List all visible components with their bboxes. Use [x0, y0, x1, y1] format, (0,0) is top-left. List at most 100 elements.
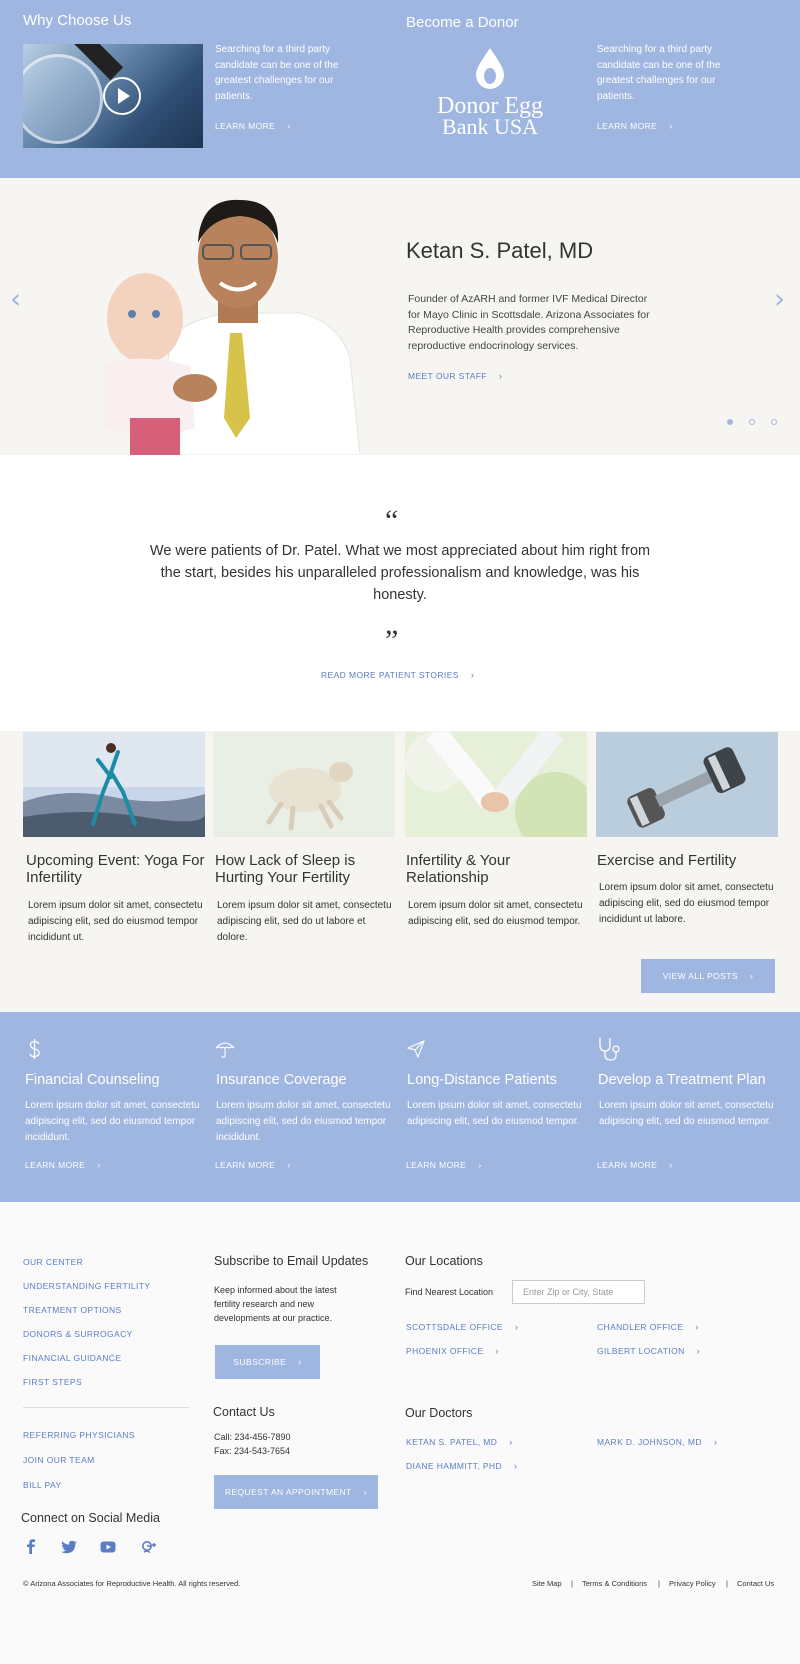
slider-dot-2[interactable]: [749, 419, 755, 425]
top-band: Why Choose Us Searching for a third part…: [0, 0, 800, 178]
post-image-yoga[interactable]: [23, 732, 205, 837]
twitter-icon[interactable]: [61, 1539, 77, 1555]
post-excerpt: Lorem ipsum dolor sit amet, consectetu a…: [28, 900, 203, 943]
meet-our-staff-link[interactable]: MEET OUR STAFF ›: [408, 371, 502, 381]
footer-nav-item[interactable]: DONORS & SURROGACY: [23, 1329, 133, 1339]
chevron-right-icon: ›: [513, 1461, 518, 1471]
chevron-right-icon: ›: [696, 1346, 701, 1356]
chevron-right-icon: ›: [97, 1160, 101, 1170]
post-image-sheep[interactable]: [213, 732, 395, 837]
legal-separator: |: [658, 1579, 660, 1588]
chevron-right-icon: ›: [287, 1160, 291, 1170]
view-all-posts-button[interactable]: VIEW ALL POSTS ›: [641, 959, 775, 993]
doctor-with-baby-photo: [105, 199, 360, 455]
copyright-text: © Arizona Associates for Reproductive He…: [23, 1579, 241, 1588]
office-link[interactable]: SCOTTSDALE OFFICE ›: [406, 1322, 518, 1332]
facebook-icon[interactable]: [23, 1538, 39, 1554]
contact-heading: Contact Us: [213, 1405, 275, 1419]
doctor-name: Ketan S. Patel, MD: [406, 238, 594, 263]
chevron-right-icon: ›: [495, 1346, 499, 1356]
contact-fax: Fax: 234-543-7654: [214, 1446, 291, 1456]
why-choose-us-video[interactable]: [23, 44, 203, 148]
become-donor-learn-more[interactable]: LEARN MORE ›: [597, 121, 673, 131]
service-learn-more[interactable]: LEARN MORE ›: [406, 1160, 482, 1170]
service-text: Lorem ipsum dolor sit amet, consectetu a…: [216, 1100, 391, 1143]
legal-separator: |: [571, 1579, 573, 1588]
chevron-right-icon: ›: [749, 971, 754, 981]
become-donor-heading: Become a Donor: [406, 14, 519, 31]
footer-nav-item[interactable]: BILL PAY: [23, 1480, 61, 1490]
request-appointment-button[interactable]: REQUEST AN APPOINTMENT ›: [214, 1475, 378, 1509]
footer-nav-item[interactable]: JOIN OUR TEAM: [23, 1455, 95, 1465]
post-excerpt: Lorem ipsum dolor sit amet, consectetu a…: [217, 900, 392, 943]
service-title[interactable]: Develop a Treatment Plan: [598, 1072, 766, 1088]
locations-heading: Our Locations: [405, 1254, 483, 1268]
dollar-icon: [29, 1039, 40, 1059]
why-choose-us-text: Searching for a third party candidate ca…: [215, 44, 339, 102]
post-title[interactable]: Infertility & Your Relationship: [406, 852, 586, 886]
read-more-stories-link[interactable]: READ MORE PATIENT STORIES ›: [321, 670, 474, 680]
become-donor-text: Searching for a third party candidate ca…: [597, 44, 721, 102]
service-learn-more[interactable]: LEARN MORE ›: [25, 1160, 101, 1170]
play-icon[interactable]: [103, 77, 141, 115]
chevron-right-icon: ›: [669, 121, 673, 131]
slider-dot-1[interactable]: [727, 419, 733, 425]
post-excerpt: Lorem ipsum dolor sit amet, consectetu a…: [408, 900, 583, 927]
legal-link-terms[interactable]: Terms & Conditions: [582, 1579, 647, 1588]
service-text: Lorem ipsum dolor sit amet, consectetu a…: [407, 1100, 582, 1127]
hero-slider: ‹ › Ketan S. Patel, MD Founder of AzARH …: [0, 178, 800, 455]
location-search-input[interactable]: [512, 1280, 645, 1304]
footer-nav-item[interactable]: OUR CENTER: [23, 1257, 83, 1267]
subscribe-text: Keep informed about the latest fertility…: [214, 1285, 337, 1323]
office-link[interactable]: PHOENIX OFFICE ›: [406, 1346, 499, 1356]
chevron-right-icon: ›: [509, 1437, 513, 1447]
paper-plane-icon: [407, 1040, 425, 1058]
legal-link-sitemap[interactable]: Site Map: [532, 1579, 562, 1588]
youtube-icon[interactable]: [100, 1539, 116, 1555]
contact-phone[interactable]: Call: 234-456-7890: [214, 1430, 291, 1444]
doctor-link[interactable]: DIANE HAMMITT, PHD ›: [406, 1461, 517, 1471]
subscribe-button[interactable]: SUBSCRIBE ›: [215, 1345, 320, 1379]
service-title[interactable]: Insurance Coverage: [216, 1072, 347, 1088]
doctor-bio: Founder of AzARH and former IVF Medical …: [408, 293, 650, 352]
slider-prev-arrow-icon[interactable]: ‹: [10, 282, 21, 315]
chevron-right-icon: ›: [669, 1160, 673, 1170]
donor-egg-bank-logo[interactable]: Donor Egg Bank USA: [420, 46, 560, 138]
service-learn-more[interactable]: LEARN MORE ›: [215, 1160, 291, 1170]
doctor-link[interactable]: MARK D. JOHNSON, MD ›: [597, 1437, 717, 1447]
service-text: Lorem ipsum dolor sit amet, consectetu a…: [25, 1100, 200, 1143]
umbrella-icon: [215, 1042, 235, 1058]
chevron-right-icon: ›: [695, 1322, 699, 1332]
post-excerpt: Lorem ipsum dolor sit amet, consectetu a…: [599, 882, 774, 925]
office-link[interactable]: CHANDLER OFFICE ›: [597, 1322, 699, 1332]
service-title[interactable]: Financial Counseling: [25, 1072, 160, 1088]
service-title[interactable]: Long-Distance Patients: [407, 1072, 557, 1088]
find-location-label: Find Nearest Location: [405, 1287, 494, 1297]
footer-nav-item[interactable]: TREATMENT OPTIONS: [23, 1305, 122, 1315]
service-learn-more[interactable]: LEARN MORE ›: [597, 1160, 673, 1170]
footer-nav-item[interactable]: FINANCIAL GUIDANCE: [23, 1353, 122, 1363]
legal-link-contact[interactable]: Contact Us: [737, 1579, 774, 1588]
post-title[interactable]: Upcoming Event: Yoga For Infertility: [26, 852, 206, 886]
footer-divider: [23, 1407, 189, 1408]
footer-nav-item[interactable]: FIRST STEPS: [23, 1377, 82, 1387]
service-text: Lorem ipsum dolor sit amet, consectetu a…: [599, 1100, 774, 1127]
footer-nav-item[interactable]: REFERRING PHYSICIANS: [23, 1430, 135, 1440]
doctor-link[interactable]: KETAN S. PATEL, MD ›: [406, 1437, 513, 1447]
legal-link-privacy[interactable]: Privacy Policy: [669, 1579, 716, 1588]
slider-next-arrow-icon[interactable]: ›: [774, 282, 785, 315]
why-choose-us-learn-more[interactable]: LEARN MORE ›: [215, 121, 291, 131]
slider-dot-3[interactable]: [771, 419, 777, 425]
egg-drop-icon: [476, 48, 504, 89]
post-image-holding-hands[interactable]: [405, 732, 587, 837]
open-quote-icon: “: [385, 504, 399, 537]
post-title[interactable]: How Lack of Sleep is Hurting Your Fertil…: [215, 852, 395, 886]
office-link[interactable]: GILBERT LOCATION ›: [597, 1346, 700, 1356]
subscribe-heading: Subscribe to Email Updates: [214, 1254, 369, 1268]
post-image-dumbbells[interactable]: [596, 732, 778, 837]
footer-nav-item[interactable]: UNDERSTANDING FERTILITY: [23, 1281, 150, 1291]
post-title[interactable]: Exercise and Fertility: [597, 852, 777, 869]
chevron-right-icon: ›: [515, 1322, 519, 1332]
google-plus-icon[interactable]: [141, 1539, 157, 1555]
testimonial-text: We were patients of Dr. Patel. What we m…: [149, 543, 651, 603]
